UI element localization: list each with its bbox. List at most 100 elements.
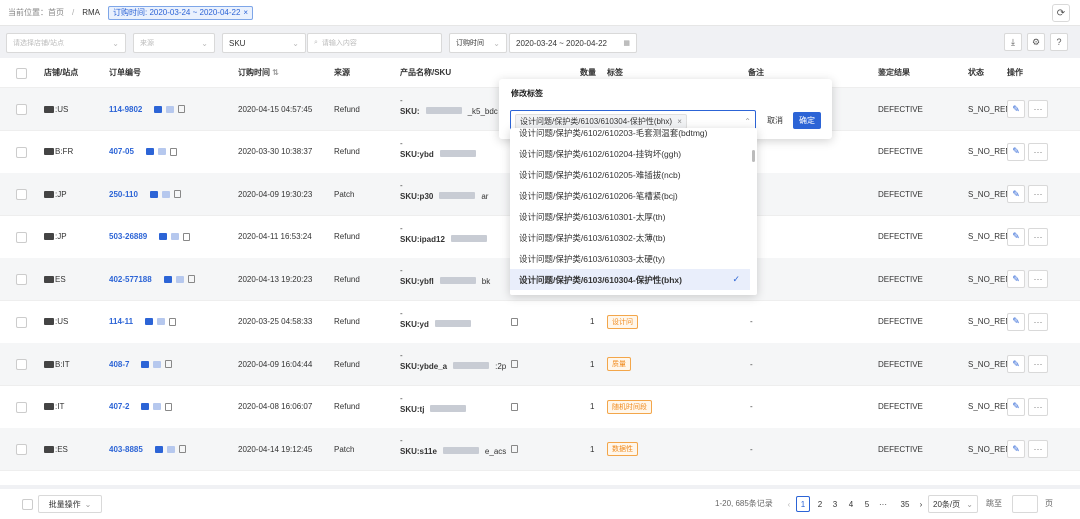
tag-cell[interactable]: 随机时间段: [607, 386, 652, 428]
copy-icon[interactable]: [511, 445, 518, 453]
more-button[interactable]: ···: [1028, 227, 1048, 246]
shop-cell: B:IT: [44, 343, 70, 385]
col-tag: 标签: [607, 68, 623, 77]
row-checkbox[interactable]: [16, 274, 27, 285]
chevron-down-icon: ⌄: [84, 499, 92, 509]
copy-icon[interactable]: [169, 317, 177, 326]
copy-icon[interactable]: [165, 402, 173, 411]
edit-button[interactable]: ✎: [1007, 142, 1025, 161]
row-checkbox[interactable]: [16, 444, 27, 455]
footer-select-all-checkbox[interactable]: [22, 499, 33, 510]
edit-button[interactable]: ✎: [1007, 185, 1025, 203]
tag-option[interactable]: 设计问题/保护类/6102/610203-毛套测温套(bdtmg): [510, 128, 750, 143]
time-type-select[interactable]: 订购时间 ⌄: [449, 33, 507, 53]
page-number-button[interactable]: 35: [898, 496, 912, 512]
download-button[interactable]: ⤓: [1004, 33, 1022, 51]
source-select[interactable]: 来源 ⌄: [133, 33, 215, 53]
tag-option[interactable]: 设计问题/保护类/6102/610205-难插拔(ncb): [510, 164, 750, 185]
copy-icon[interactable]: [178, 445, 186, 453]
page-number-button[interactable]: 2: [813, 496, 827, 512]
sku-type-select[interactable]: SKU ⌄: [222, 33, 306, 53]
order-link[interactable]: 503-26889: [109, 232, 147, 241]
close-icon[interactable]: ×: [677, 117, 682, 126]
order-link[interactable]: 402-577188: [109, 275, 152, 284]
col-order-time[interactable]: 订购时间 ⇅: [238, 67, 279, 78]
next-page-button[interactable]: ›: [914, 496, 928, 512]
shop-select[interactable]: 请选择店铺/站点 ⌄: [6, 33, 126, 53]
edit-button[interactable]: ✎: [1007, 100, 1025, 118]
tag-option[interactable]: 设计问题/保护类/6103/610301-太厚(th): [510, 206, 750, 227]
more-button[interactable]: ···: [1028, 185, 1048, 203]
copy-icon[interactable]: [187, 275, 195, 283]
order-link[interactable]: 114-11: [109, 317, 133, 326]
breadcrumb-home[interactable]: 当前位置：首页: [8, 7, 64, 18]
copy-sku[interactable]: [511, 301, 518, 343]
more-button[interactable]: ···: [1028, 312, 1048, 331]
tag-cell[interactable]: 设计问: [607, 301, 638, 343]
edit-button[interactable]: ✎: [1007, 312, 1025, 331]
page-number-button[interactable]: 3: [828, 496, 842, 512]
settings-button[interactable]: ⚙: [1027, 33, 1045, 51]
row-checkbox[interactable]: [16, 104, 27, 115]
dropdown-scrollbar[interactable]: [752, 150, 755, 162]
page-number-button[interactable]: 5: [860, 496, 874, 512]
more-button[interactable]: ···: [1028, 100, 1048, 118]
batch-actions-button[interactable]: 批量操作 ⌄: [38, 495, 102, 513]
row-checkbox[interactable]: [16, 401, 27, 413]
date-range-picker[interactable]: 2020-03-24 ~ 2020-04-22 ▦: [509, 33, 637, 53]
copy-sku[interactable]: [511, 428, 518, 470]
prev-page-button[interactable]: ‹: [782, 496, 796, 512]
help-button[interactable]: ?: [1050, 33, 1068, 51]
search-input[interactable]: ⌕ 请输入内容: [307, 33, 442, 53]
more-button[interactable]: ···: [1028, 270, 1048, 288]
more-button[interactable]: ···: [1028, 440, 1048, 458]
order-link[interactable]: 114-9802: [109, 105, 142, 114]
page-size-select[interactable]: 20条/页 ⌄: [928, 495, 978, 513]
more-button[interactable]: ···: [1028, 355, 1048, 373]
select-all-checkbox[interactable]: [16, 68, 27, 79]
row-checkbox[interactable]: [16, 316, 27, 328]
confirm-button[interactable]: 确定: [793, 112, 821, 129]
copy-icon[interactable]: [173, 190, 181, 198]
edit-button[interactable]: ✎: [1007, 440, 1025, 458]
page-ellipsis[interactable]: ···: [876, 496, 890, 512]
tag-option[interactable]: 设计问题/保护类/6103/610304-保护性(bhx) ✓: [510, 269, 750, 290]
tag-cell[interactable]: 质量: [607, 343, 631, 385]
copy-icon[interactable]: [169, 147, 177, 156]
copy-icon[interactable]: [178, 105, 186, 113]
close-icon[interactable]: ×: [243, 7, 248, 18]
row-checkbox[interactable]: [16, 359, 27, 370]
order-link[interactable]: 408-7: [109, 360, 129, 369]
order-link[interactable]: 250-110: [109, 190, 138, 199]
tag-option[interactable]: 设计问题/保护类/6102/610206-笔槽紧(bcj): [510, 185, 750, 206]
more-button[interactable]: ···: [1028, 397, 1048, 416]
copy-sku[interactable]: [511, 343, 518, 385]
copy-icon[interactable]: [183, 232, 191, 241]
refresh-button[interactable]: ⟳: [1052, 4, 1070, 22]
goto-page-input[interactable]: [1012, 495, 1038, 513]
copy-sku[interactable]: [511, 386, 518, 428]
edit-button[interactable]: ✎: [1007, 355, 1025, 373]
copy-icon[interactable]: [511, 360, 518, 368]
edit-button[interactable]: ✎: [1007, 270, 1025, 288]
cancel-button[interactable]: 取消: [760, 112, 790, 129]
row-checkbox[interactable]: [16, 189, 27, 200]
row-checkbox[interactable]: [16, 146, 27, 158]
copy-icon[interactable]: [511, 317, 518, 326]
more-button[interactable]: ···: [1028, 142, 1048, 161]
copy-icon[interactable]: [165, 360, 173, 368]
edit-button[interactable]: ✎: [1007, 227, 1025, 246]
tag-option[interactable]: 设计问题/保护类/6102/610204-挂钩坏(ggh): [510, 143, 750, 164]
row-checkbox[interactable]: [16, 231, 27, 243]
source: Refund: [334, 317, 360, 326]
copy-icon[interactable]: [511, 402, 518, 411]
tag-option[interactable]: 设计问题/保护类/6103/610303-太硬(ty): [510, 248, 750, 269]
order-link[interactable]: 403-8885: [109, 445, 143, 454]
page-number-button[interactable]: 1: [796, 496, 810, 512]
order-link[interactable]: 407-05: [109, 147, 134, 156]
tag-option[interactable]: 设计问题/保护类/6103/610302-太薄(tb): [510, 227, 750, 248]
tag-cell[interactable]: 数据性: [607, 428, 638, 470]
order-link[interactable]: 407-2: [109, 402, 129, 411]
page-number-button[interactable]: 4: [844, 496, 858, 512]
edit-button[interactable]: ✎: [1007, 397, 1025, 416]
